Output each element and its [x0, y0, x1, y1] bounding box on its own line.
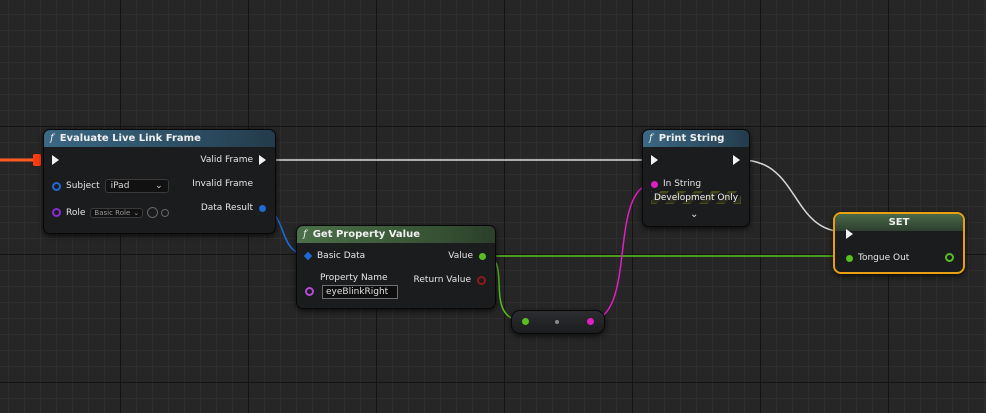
- set-exec-in-pin[interactable]: [846, 229, 853, 239]
- subject-row: Subject iPad ⌄: [52, 179, 169, 193]
- in-string-row: In String: [651, 179, 701, 189]
- exec-in-pin[interactable]: [52, 155, 59, 165]
- role-label: Role: [66, 207, 86, 218]
- value-row: Value: [448, 251, 486, 261]
- tongue-out-input-pin[interactable]: [846, 254, 853, 262]
- function-icon: f: [649, 133, 653, 144]
- data-result-pin[interactable]: [259, 204, 266, 212]
- evaluate-live-link-frame-node[interactable]: f Evaluate Live Link Frame Valid Frame I…: [43, 129, 276, 234]
- conversion-input-pin[interactable]: [522, 318, 529, 325]
- expand-chevron-icon[interactable]: ⌄: [690, 209, 698, 220]
- basic-data-label: Basic Data: [317, 251, 366, 261]
- subject-label: Subject: [66, 181, 100, 191]
- function-icon: f: [303, 229, 307, 240]
- set-node[interactable]: SET Tongue Out: [833, 212, 965, 274]
- in-string-label: In String: [663, 179, 702, 189]
- tongue-out-output-pin[interactable]: [945, 253, 954, 262]
- conversion-center-icon: [555, 320, 559, 324]
- role-pin[interactable]: [52, 208, 61, 217]
- valid-frame-pin[interactable]: [259, 155, 266, 165]
- role-row: Role Basic Role ⌄: [52, 207, 170, 218]
- development-only-label: Development Only: [651, 192, 741, 203]
- get-property-node-title: Get Property Value: [312, 229, 421, 240]
- property-name-input[interactable]: eyeBlinkRight: [322, 285, 398, 299]
- valid-frame-label: Valid Frame: [200, 155, 253, 165]
- exec-wire-print-to-set: [740, 159, 847, 233]
- print-string-node[interactable]: f Print String In String Development Onl…: [642, 129, 750, 227]
- valid-frame-row: Valid Frame: [200, 155, 266, 165]
- return-value-label: Return Value: [413, 275, 471, 285]
- print-exec-out-pin[interactable]: [733, 155, 740, 165]
- in-string-pin[interactable]: [651, 180, 658, 188]
- print-string-node-title: Print String: [658, 133, 725, 144]
- data-result-row: Data Result: [201, 203, 266, 213]
- set-exec-out-pin[interactable]: [947, 229, 954, 239]
- subject-pin[interactable]: [52, 181, 61, 191]
- property-name-pin[interactable]: [305, 281, 314, 300]
- get-property-value-node[interactable]: f Get Property Value Basic Data Value Re…: [296, 225, 496, 309]
- role-dropdown[interactable]: Basic Role ⌄: [90, 207, 144, 218]
- conversion-node[interactable]: [511, 310, 605, 334]
- invalid-frame-label: Invalid Frame: [192, 179, 253, 189]
- invalid-frame-pin[interactable]: [259, 179, 266, 189]
- use-selected-icon[interactable]: [147, 207, 159, 218]
- role-value: Basic Role: [94, 208, 131, 217]
- value-label: Value: [448, 251, 473, 261]
- data-result-label: Data Result: [200, 203, 253, 213]
- property-name-label: Property Name: [320, 273, 388, 283]
- development-only-banner: Development Only: [651, 191, 741, 204]
- evaluate-node-header[interactable]: f Evaluate Live Link Frame: [44, 130, 275, 147]
- function-icon: f: [50, 133, 54, 144]
- subject-dropdown[interactable]: iPad ⌄: [104, 179, 169, 193]
- invalid-frame-row: Invalid Frame: [192, 179, 266, 189]
- chevron-down-icon: ⌄: [133, 208, 140, 217]
- basic-data-row: Basic Data: [303, 251, 366, 261]
- print-string-node-header[interactable]: f Print String: [643, 130, 749, 147]
- set-node-header[interactable]: SET: [835, 214, 963, 231]
- search-icon[interactable]: [161, 208, 170, 217]
- get-property-node-header[interactable]: f Get Property Value: [297, 226, 495, 243]
- value-pin[interactable]: [479, 252, 486, 260]
- conversion-output-pin[interactable]: [587, 318, 594, 325]
- set-node-title: SET: [888, 217, 910, 228]
- evaluate-node-title: Evaluate Live Link Frame: [59, 133, 201, 144]
- return-value-pin[interactable]: [477, 275, 486, 285]
- print-exec-in-pin[interactable]: [651, 155, 658, 165]
- basic-data-pin[interactable]: [303, 251, 313, 261]
- subject-value: iPad: [110, 181, 130, 191]
- tongue-out-output-row: [945, 253, 954, 262]
- return-value-row: Return Value: [414, 275, 486, 285]
- incoming-exec-pin: [33, 154, 41, 166]
- property-name-row: eyeBlinkRight: [322, 285, 398, 299]
- tongue-out-row: Tongue Out: [846, 253, 909, 263]
- tongue-out-label: Tongue Out: [858, 253, 910, 263]
- chevron-down-icon: ⌄: [155, 181, 163, 191]
